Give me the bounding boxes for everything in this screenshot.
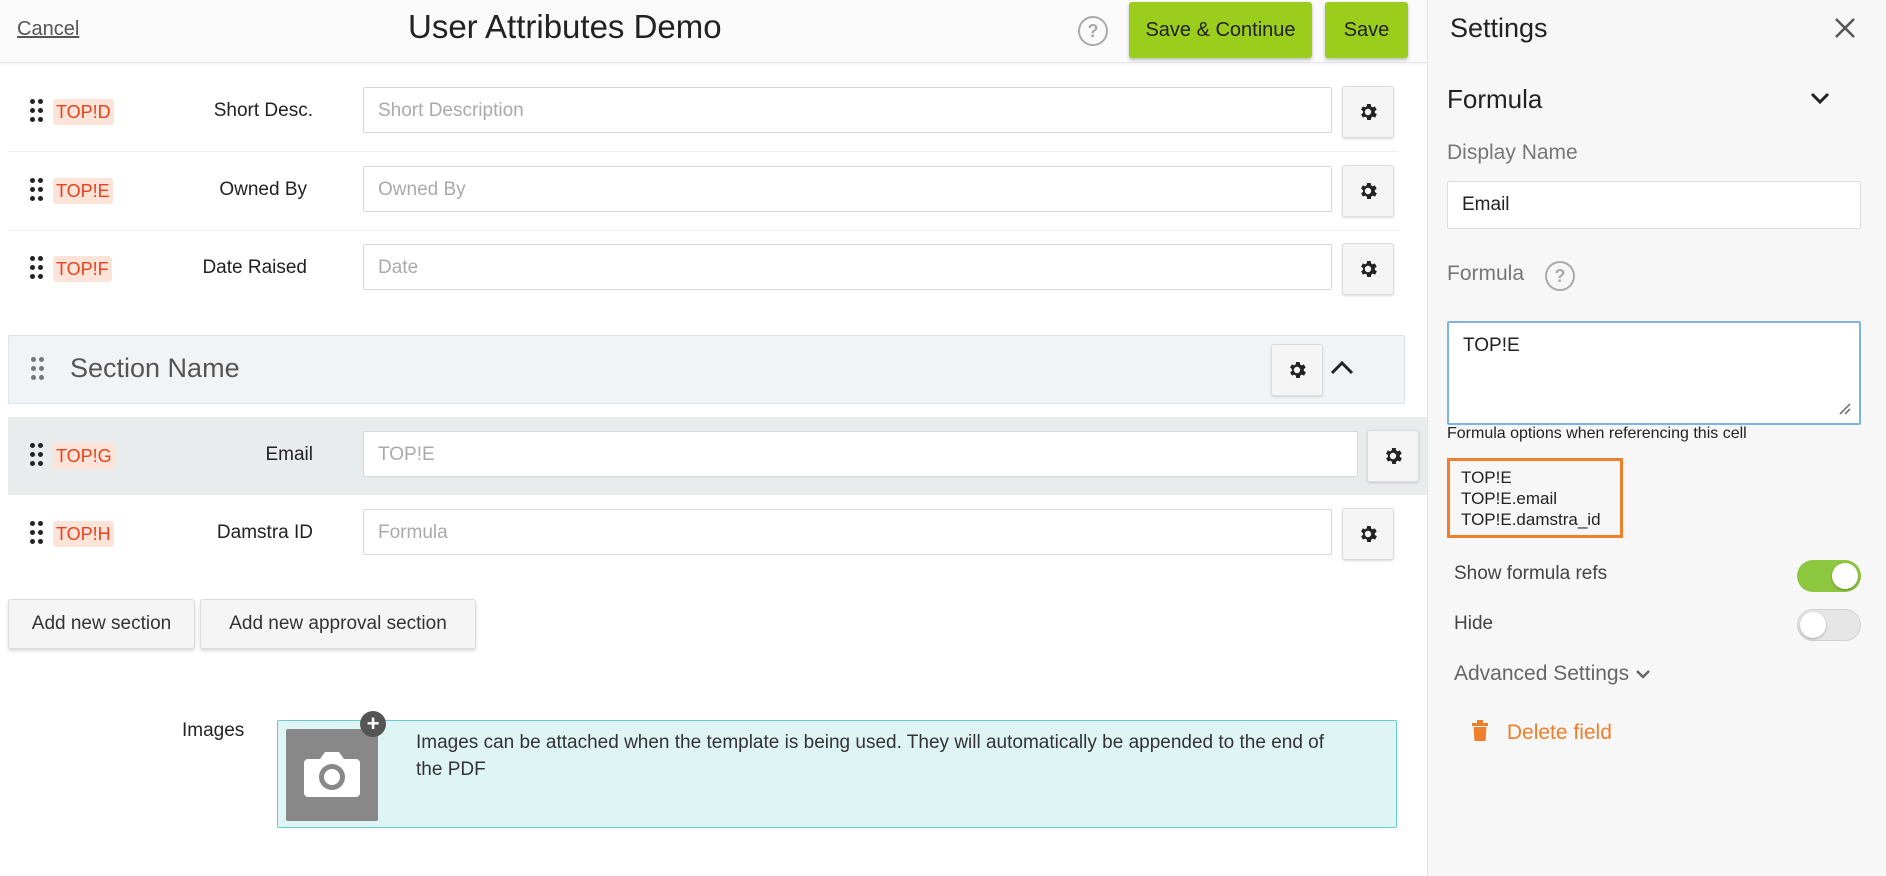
camera-icon[interactable] bbox=[286, 729, 378, 821]
field-row: TOP!D Short Desc. Short Description bbox=[8, 73, 1398, 152]
save-continue-button[interactable]: Save & Continue bbox=[1129, 2, 1312, 58]
top-toolbar: Cancel User Attributes Demo ? Save & Con… bbox=[0, 0, 1427, 63]
section-settings-button[interactable] bbox=[1271, 344, 1323, 396]
email-formula-input[interactable]: TOP!E bbox=[363, 431, 1358, 477]
display-name-label: Display Name bbox=[1447, 141, 1578, 164]
field-row: TOP!H Damstra ID Formula bbox=[8, 495, 1398, 573]
images-dropzone[interactable]: + Images can be attached when the templa… bbox=[277, 711, 1397, 828]
camera-glyph bbox=[304, 752, 360, 797]
field-settings-button[interactable] bbox=[1342, 508, 1394, 560]
add-image-plus-icon[interactable]: + bbox=[360, 711, 386, 737]
field-label: Short Desc. bbox=[213, 100, 313, 121]
formula-group-title: Formula bbox=[1447, 84, 1543, 114]
formula-options-caption: Formula options when referencing this ce… bbox=[1447, 425, 1747, 442]
display-name-input[interactable]: Email bbox=[1447, 181, 1861, 229]
images-help-text: Images can be attached when the template… bbox=[416, 732, 1325, 780]
add-section-button[interactable]: Add new section bbox=[8, 599, 195, 649]
help-icon[interactable]: ? bbox=[1078, 16, 1108, 46]
trash-icon bbox=[1472, 720, 1488, 741]
section-header: Section Name bbox=[8, 335, 1405, 404]
formula-option[interactable]: TOP!E.damstra_id bbox=[1461, 509, 1620, 530]
resize-grip-icon[interactable] bbox=[1837, 401, 1851, 415]
delete-field-button[interactable]: Delete field bbox=[1471, 720, 1612, 745]
delete-field-label: Delete field bbox=[1506, 721, 1612, 744]
show-formula-refs-label: Show formula refs bbox=[1454, 563, 1608, 584]
formula-option[interactable]: TOP!E bbox=[1461, 467, 1620, 488]
formula-label: Formula bbox=[1447, 262, 1525, 285]
gear-icon bbox=[1361, 104, 1377, 120]
field-label: Email bbox=[265, 444, 313, 465]
field-settings-button[interactable] bbox=[1342, 86, 1394, 138]
date-input[interactable]: Date bbox=[363, 244, 1332, 290]
toggle-knob bbox=[1800, 612, 1826, 638]
show-formula-refs-toggle[interactable] bbox=[1797, 560, 1861, 592]
drag-handle-icon[interactable] bbox=[31, 357, 45, 381]
field-label: Date Raised bbox=[202, 257, 307, 278]
gear-icon bbox=[1290, 362, 1306, 378]
owned-by-input[interactable]: Owned By bbox=[363, 166, 1332, 212]
field-row-selected[interactable]: TOP!G Email TOP!E bbox=[8, 417, 1427, 495]
field-settings-button[interactable] bbox=[1342, 165, 1394, 217]
chevron-down-icon bbox=[1636, 670, 1650, 679]
formula-textarea[interactable]: TOP!E bbox=[1447, 321, 1861, 425]
save-button[interactable]: Save bbox=[1325, 2, 1408, 58]
formula-options-list: TOP!E TOP!E.email TOP!E.damstra_id bbox=[1447, 458, 1623, 538]
short-description-input[interactable]: Short Description bbox=[363, 87, 1332, 133]
advanced-settings-label: Advanced Settings bbox=[1454, 662, 1630, 685]
page-title: User Attributes Demo bbox=[408, 8, 722, 45]
advanced-settings-toggle[interactable]: Advanced Settings bbox=[1454, 662, 1651, 686]
add-approval-section-button[interactable]: Add new approval section bbox=[200, 599, 476, 649]
section-title: Section Name bbox=[70, 353, 240, 383]
settings-title: Settings bbox=[1450, 13, 1548, 43]
hide-label: Hide bbox=[1454, 613, 1494, 634]
gear-icon bbox=[1386, 448, 1402, 464]
field-row: TOP!F Date Raised Date bbox=[8, 230, 1398, 308]
chevron-down-icon[interactable] bbox=[1809, 90, 1831, 106]
chevron-up-icon[interactable] bbox=[1329, 358, 1355, 376]
gear-icon bbox=[1361, 526, 1377, 542]
field-row: TOP!E Owned By Owned By bbox=[8, 152, 1398, 231]
toggle-knob bbox=[1832, 563, 1858, 589]
damstra-id-input[interactable]: Formula bbox=[363, 509, 1332, 555]
gear-icon bbox=[1361, 183, 1377, 199]
field-label: Damstra ID bbox=[216, 522, 313, 543]
formula-help-icon[interactable]: ? bbox=[1545, 261, 1575, 291]
close-icon[interactable] bbox=[1831, 14, 1859, 42]
field-label: Owned By bbox=[219, 179, 307, 200]
field-settings-button[interactable] bbox=[1342, 243, 1394, 295]
cancel-link[interactable]: Cancel bbox=[17, 18, 79, 41]
settings-panel: Settings Formula Display Name Email Form… bbox=[1427, 0, 1886, 876]
formula-option[interactable]: TOP!E.email bbox=[1461, 488, 1620, 509]
gear-icon bbox=[1361, 261, 1377, 277]
images-label: Images bbox=[182, 720, 245, 741]
hide-toggle[interactable] bbox=[1797, 609, 1861, 641]
formula-text: TOP!E bbox=[1463, 335, 1520, 356]
field-settings-button[interactable] bbox=[1367, 430, 1419, 482]
